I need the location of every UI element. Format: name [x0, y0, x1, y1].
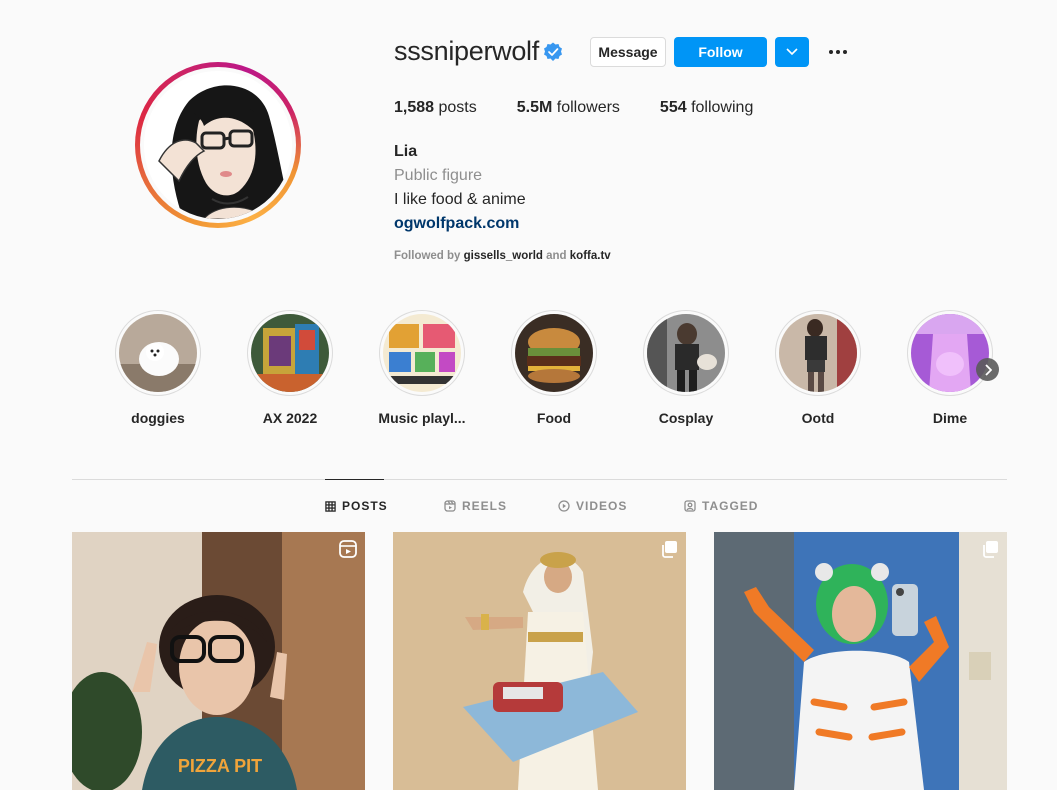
profile-avatar[interactable] [135, 62, 301, 228]
post-thumbnail[interactable] [393, 532, 686, 790]
active-tab-indicator [325, 479, 384, 480]
highlights-next-button[interactable] [976, 358, 999, 381]
post-thumbnail[interactable]: PIZZA PIT [72, 532, 365, 790]
profile-full-name: Lia [394, 143, 418, 160]
highlight-label: Food [536, 410, 572, 426]
shirt-print-text: PIZZA PIT [178, 756, 262, 776]
highlight-label: Ootd [801, 410, 835, 426]
grid-icon [325, 500, 336, 512]
followers-count[interactable]: 5.5M followers [517, 99, 620, 117]
chevron-down-icon [786, 48, 798, 56]
highlight-label: doggies [131, 410, 185, 426]
profile-category: Public figure [394, 167, 483, 184]
dot-icon [843, 50, 847, 54]
highlight-label: AX 2022 [262, 410, 318, 426]
dot-icon [836, 50, 840, 54]
message-button[interactable]: Message [590, 37, 666, 67]
highlight-label: Cosplay [658, 410, 714, 426]
highlight-ax-2022[interactable]: AX 2022 [224, 310, 356, 426]
carousel-indicator-icon [660, 540, 678, 563]
dot-icon [829, 50, 833, 54]
highlight-food[interactable]: Food [488, 310, 620, 426]
profile-website-link[interactable]: ogwolfpack.com [394, 215, 519, 233]
highlight-label: Music playl... [378, 410, 466, 426]
tabs-divider [72, 479, 1007, 480]
tab-tagged[interactable]: TAGGED [684, 499, 758, 513]
follow-button[interactable]: Follow [674, 37, 767, 67]
reel-indicator-icon [339, 540, 357, 563]
carousel-indicator-icon [981, 540, 999, 563]
profile-username: sssniperwolf [394, 36, 539, 66]
highlight-music-playlist[interactable]: Music playl... [356, 310, 488, 426]
highlight-doggies[interactable]: doggies [92, 310, 224, 426]
highlight-cosplay[interactable]: Cosplay [620, 310, 752, 426]
post-thumbnail[interactable] [714, 532, 1007, 790]
followed-by-user-link[interactable]: gissells_world [464, 250, 543, 262]
highlight-label: Dime [932, 410, 968, 426]
profile-stats: 1,588 posts 5.5M followers 554 following [394, 99, 793, 117]
suggested-accounts-button[interactable] [775, 37, 809, 67]
tab-posts[interactable]: POSTS [325, 499, 388, 513]
highlight-ootd[interactable]: Ootd [752, 310, 884, 426]
tab-reels[interactable]: REELS [444, 499, 507, 513]
followed-by-text: Followed by gissells_world and koffa.tv [394, 250, 611, 262]
chevron-right-icon [984, 363, 992, 376]
tag-icon [684, 500, 696, 512]
posts-count: 1,588 posts [394, 99, 477, 116]
profile-bio: I like food & anime [394, 191, 526, 208]
tab-videos[interactable]: VIDEOS [558, 499, 627, 513]
verified-badge-icon [543, 42, 563, 62]
story-highlights: doggies AX 2022 Music playl... Food Cosp… [115, 310, 996, 430]
more-options-button[interactable] [824, 40, 852, 64]
reels-icon [444, 500, 456, 512]
followed-by-user-link[interactable]: koffa.tv [570, 250, 611, 262]
video-play-icon [558, 500, 570, 512]
following-count[interactable]: 554 following [660, 99, 753, 117]
